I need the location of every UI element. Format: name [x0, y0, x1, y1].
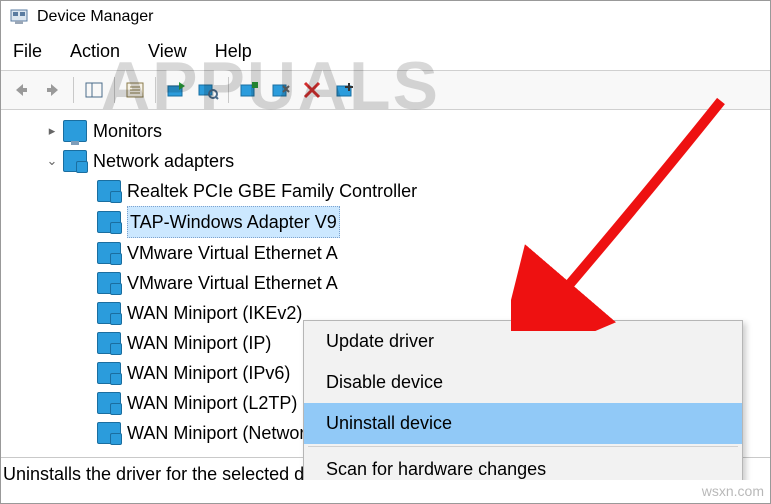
- network-adapter-icon: [97, 272, 121, 294]
- show-hide-tree-button[interactable]: [80, 76, 108, 104]
- context-update-driver[interactable]: Update driver: [304, 321, 742, 362]
- tree-label: Monitors: [93, 116, 162, 146]
- add-legacy-hardware-button[interactable]: [331, 76, 359, 104]
- network-adapter-icon: [97, 362, 121, 384]
- tree-node-realtek[interactable]: Realtek PCIe GBE Family Controller: [5, 176, 766, 206]
- tree-panel: ▸ Monitors ⌄ Network adapters Realtek PC…: [1, 110, 770, 480]
- tree-node-vmware1[interactable]: VMware Virtual Ethernet A: [5, 238, 766, 268]
- tree-label: WAN Miniport (IP): [127, 328, 271, 358]
- toolbar-separator: [114, 77, 115, 103]
- toolbar: [1, 70, 770, 110]
- network-adapter-icon: [97, 242, 121, 264]
- menu-bar: File Action View Help: [1, 33, 770, 70]
- context-scan-hardware[interactable]: Scan for hardware changes: [304, 449, 742, 480]
- context-menu-separator: [308, 446, 738, 447]
- network-adapter-icon: [97, 302, 121, 324]
- source-watermark: wsxn.com: [702, 483, 764, 499]
- window-title: Device Manager: [37, 8, 154, 26]
- toolbar-separator: [73, 77, 74, 103]
- tree-label: WAN Miniport (IKEv2): [127, 298, 302, 328]
- network-adapter-icon: [63, 150, 87, 172]
- scan-hardware-button[interactable]: [194, 76, 222, 104]
- menu-help[interactable]: Help: [215, 41, 252, 62]
- network-adapter-icon: [97, 332, 121, 354]
- context-uninstall-device[interactable]: Uninstall device: [304, 403, 742, 444]
- toolbar-separator: [228, 77, 229, 103]
- status-text: Uninstalls the driver for the selected d…: [3, 464, 351, 484]
- tree-label: VMware Virtual Ethernet A: [127, 238, 338, 268]
- toolbar-separator: [155, 77, 156, 103]
- tree-label: WAN Miniport (Network: [127, 418, 314, 448]
- chevron-down-icon[interactable]: ⌄: [45, 154, 59, 168]
- network-adapter-icon: [97, 180, 121, 202]
- disable-device-button[interactable]: [267, 76, 295, 104]
- network-adapter-icon: [97, 392, 121, 414]
- context-menu: Update driver Disable device Uninstall d…: [303, 320, 743, 480]
- tree-label: TAP-Windows Adapter V9: [127, 206, 340, 238]
- title-bar: Device Manager: [1, 1, 770, 33]
- tree-label: WAN Miniport (IPv6): [127, 358, 290, 388]
- menu-view[interactable]: View: [148, 41, 187, 62]
- network-adapter-icon: [97, 211, 121, 233]
- tree-label: Network adapters: [93, 146, 234, 176]
- menu-file[interactable]: File: [13, 41, 42, 62]
- uninstall-device-button[interactable]: [299, 76, 327, 104]
- tree-label: Realtek PCIe GBE Family Controller: [127, 176, 417, 206]
- properties-button[interactable]: [121, 76, 149, 104]
- menu-action[interactable]: Action: [70, 41, 120, 62]
- enable-device-button[interactable]: [235, 76, 263, 104]
- forward-button[interactable]: [39, 76, 67, 104]
- monitor-icon: [63, 120, 87, 142]
- tree-node-network-adapters[interactable]: ⌄ Network adapters: [5, 146, 766, 176]
- network-adapter-icon: [97, 422, 121, 444]
- tree-label: VMware Virtual Ethernet A: [127, 268, 338, 298]
- back-button[interactable]: [7, 76, 35, 104]
- tree-node-tap-adapter[interactable]: TAP-Windows Adapter V9: [5, 206, 766, 238]
- device-manager-icon: [9, 7, 29, 27]
- context-disable-device[interactable]: Disable device: [304, 362, 742, 403]
- tree-node-vmware2[interactable]: VMware Virtual Ethernet A: [5, 268, 766, 298]
- tree-label: WAN Miniport (L2TP): [127, 388, 297, 418]
- update-driver-button[interactable]: [162, 76, 190, 104]
- tree-node-monitors[interactable]: ▸ Monitors: [5, 116, 766, 146]
- chevron-right-icon[interactable]: ▸: [45, 124, 59, 138]
